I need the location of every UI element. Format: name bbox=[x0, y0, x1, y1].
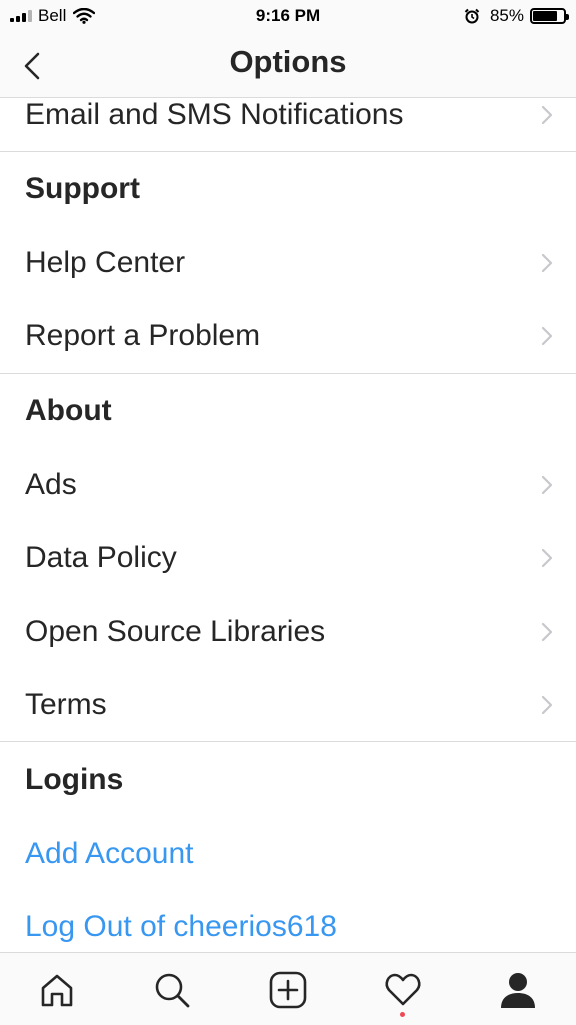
chevron-right-icon bbox=[541, 622, 553, 642]
search-icon bbox=[155, 973, 190, 1008]
option-help-center[interactable]: Help Center bbox=[0, 226, 576, 300]
chevron-right-icon bbox=[541, 326, 553, 346]
tab-search[interactable] bbox=[147, 965, 197, 1015]
home-icon bbox=[41, 974, 73, 1007]
chevron-right-icon bbox=[541, 695, 553, 715]
option-label: Open Source Libraries bbox=[25, 615, 326, 648]
chevron-right-icon bbox=[541, 475, 553, 495]
option-data-policy[interactable]: Data Policy bbox=[0, 521, 576, 595]
tab-profile[interactable] bbox=[493, 965, 543, 1015]
tab-home[interactable] bbox=[32, 965, 82, 1015]
notification-dot bbox=[400, 1012, 405, 1017]
battery-percent: 85% bbox=[489, 6, 524, 25]
add-account-link[interactable]: Add Account bbox=[0, 817, 576, 891]
tab-bar bbox=[0, 952, 576, 1025]
option-ads[interactable]: Ads bbox=[0, 448, 576, 522]
section-header-support: Support bbox=[0, 152, 576, 226]
chevron-right-icon bbox=[541, 253, 553, 273]
option-label: Terms bbox=[25, 688, 107, 721]
status-right: 85% bbox=[464, 6, 569, 26]
option-label: Report a Problem bbox=[25, 319, 261, 352]
option-label: Add Account bbox=[25, 837, 194, 870]
chevron-right-icon bbox=[541, 548, 553, 568]
option-label: Ads bbox=[25, 468, 77, 501]
add-post-icon bbox=[269, 971, 307, 1009]
battery-icon bbox=[530, 8, 569, 24]
option-label: Data Policy bbox=[25, 541, 177, 574]
option-terms[interactable]: Terms bbox=[0, 668, 576, 742]
tab-new-post[interactable] bbox=[263, 965, 313, 1015]
section-title: Support bbox=[25, 172, 140, 205]
activity-heart-icon bbox=[385, 973, 421, 1006]
option-label: Help Center bbox=[25, 246, 186, 279]
tab-activity[interactable] bbox=[378, 965, 428, 1015]
section-header-logins: Logins bbox=[0, 743, 576, 817]
option-label: Email and SMS Notifications bbox=[25, 98, 404, 131]
status-bar: Bell 9:16 PM 85% bbox=[0, 0, 576, 34]
option-open-source-libraries[interactable]: Open Source Libraries bbox=[0, 595, 576, 669]
option-report-problem[interactable]: Report a Problem bbox=[0, 299, 576, 373]
alarm-icon bbox=[464, 8, 480, 24]
option-email-sms-notifications[interactable]: Email and SMS Notifications bbox=[0, 78, 576, 152]
section-divider bbox=[0, 741, 576, 742]
page-title: Options bbox=[229, 44, 347, 79]
option-label: Log Out of cheerios618 bbox=[25, 910, 337, 943]
section-header-about: About bbox=[0, 374, 576, 448]
profile-icon bbox=[501, 973, 535, 1008]
section-title: Logins bbox=[25, 763, 124, 796]
section-title: About bbox=[25, 394, 112, 427]
chevron-right-icon bbox=[541, 105, 553, 125]
